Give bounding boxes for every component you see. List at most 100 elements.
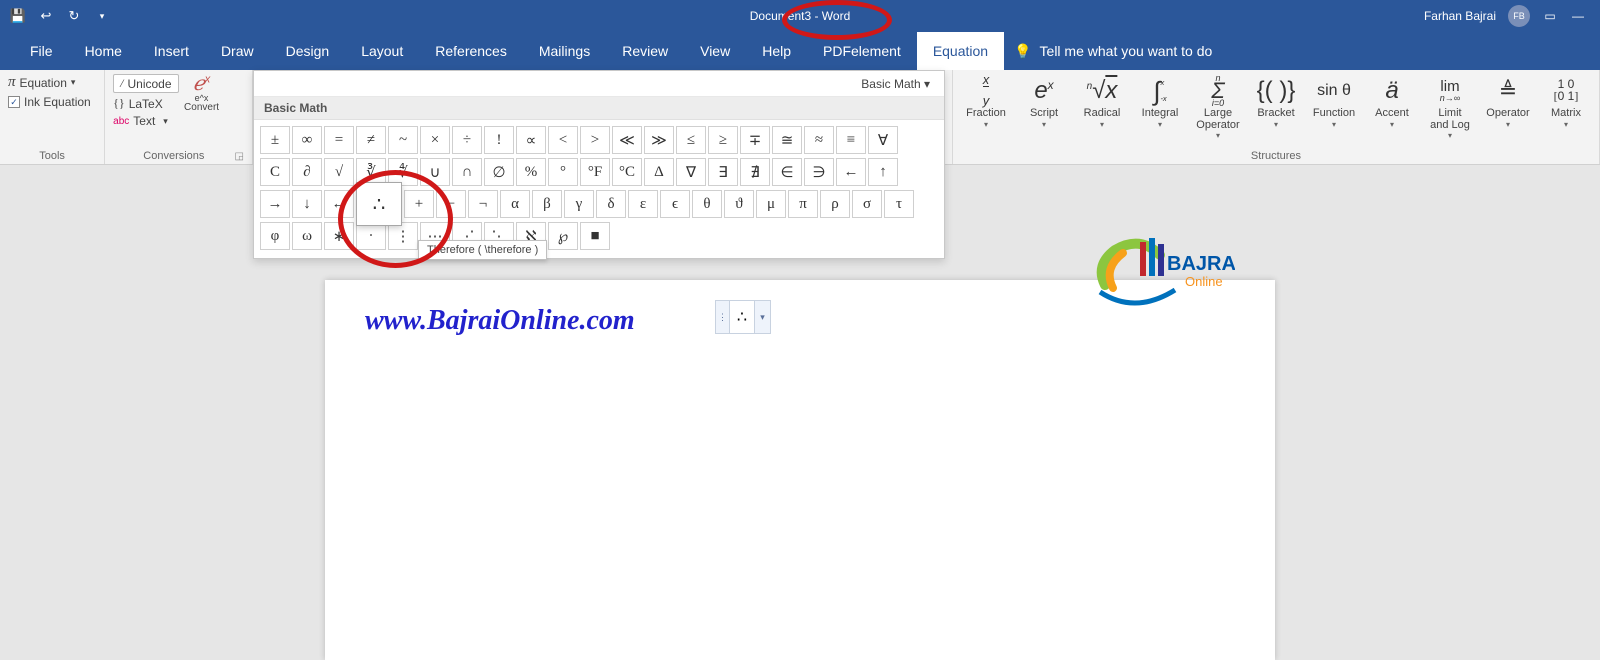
symbol-button[interactable]: γ — [564, 190, 594, 218]
symbol-button[interactable]: τ — [884, 190, 914, 218]
user-avatar[interactable]: FB — [1508, 5, 1530, 27]
symbol-button[interactable]: θ — [692, 190, 722, 218]
tab-design[interactable]: Design — [270, 32, 346, 70]
symbol-button[interactable]: ≥ — [708, 126, 738, 154]
symbol-button[interactable]: × — [420, 126, 450, 154]
symbol-button[interactable]: ∩ — [452, 158, 482, 186]
structure-large-operator[interactable]: nΣi=0LargeOperator▾ — [1193, 76, 1243, 140]
unicode-button[interactable]: / Unicode — [113, 74, 178, 93]
document-page[interactable]: www.BajraiOnline.com ⋮ ∴ ▾ BAJRAI Online — [325, 280, 1275, 660]
structure-accent[interactable]: äAccent▾ — [1367, 76, 1417, 129]
text-button[interactable]: abc Text ▾ — [113, 114, 178, 128]
symbol-button[interactable]: ε — [628, 190, 658, 218]
tab-pdfelement[interactable]: PDFelement — [807, 32, 917, 70]
symbol-button[interactable]: ρ — [820, 190, 850, 218]
structure-matrix[interactable]: [1 00 1]Matrix▾ — [1541, 76, 1591, 129]
tab-home[interactable]: Home — [69, 32, 138, 70]
symbol-button[interactable]: π — [788, 190, 818, 218]
symbol-button[interactable]: ¬ — [468, 190, 498, 218]
convert-button[interactable]: ℯx e^x Convert — [185, 74, 219, 113]
symbol-button[interactable]: ∝ — [516, 126, 546, 154]
symbol-button[interactable]: δ — [596, 190, 626, 218]
symbol-button[interactable]: Δ — [644, 158, 674, 186]
latex-button[interactable]: {} LaTeX — [113, 96, 178, 111]
symbol-button[interactable]: α — [500, 190, 530, 218]
tell-me-search[interactable]: 💡 Tell me what you want to do — [1014, 43, 1212, 60]
tab-insert[interactable]: Insert — [138, 32, 205, 70]
structure-function[interactable]: sin θFunction▾ — [1309, 76, 1359, 129]
equation-dropdown[interactable]: π Equation ▾ — [8, 74, 91, 91]
symbol-button[interactable]: ≫ — [644, 126, 674, 154]
symbol-button[interactable]: ≤ — [676, 126, 706, 154]
symbol-button[interactable]: σ — [852, 190, 882, 218]
symbol-button[interactable]: ° — [548, 158, 578, 186]
minimize-icon[interactable]: — — [1570, 8, 1586, 24]
equation-placeholder[interactable]: ⋮ ∴ ▾ — [715, 300, 771, 334]
undo-icon[interactable]: ↩ — [38, 8, 54, 24]
symbol-button[interactable]: ∓ — [740, 126, 770, 154]
tab-file[interactable]: File — [14, 32, 69, 70]
symbol-button[interactable]: ~ — [388, 126, 418, 154]
ink-equation-button[interactable]: ✓ Ink Equation — [8, 95, 91, 109]
qat-customize-icon[interactable]: ▾ — [94, 8, 110, 24]
symbol-button[interactable]: ■ — [580, 222, 610, 250]
symbol-button[interactable]: ≪ — [612, 126, 642, 154]
symbol-button[interactable]: C — [260, 158, 290, 186]
symbol-button[interactable]: → — [260, 190, 290, 218]
symbol-button[interactable]: − — [436, 190, 466, 218]
tab-mailings[interactable]: Mailings — [523, 32, 606, 70]
structure-script[interactable]: exScript▾ — [1019, 76, 1069, 129]
symbol-button[interactable]: ≅ — [772, 126, 802, 154]
symbol-button[interactable]: ∪ — [420, 158, 450, 186]
symbol-button[interactable]: ∅ — [484, 158, 514, 186]
equation-content[interactable]: ∴ — [730, 301, 754, 333]
structure-integral[interactable]: ∫x-xIntegral▾ — [1135, 76, 1185, 129]
symbol-button[interactable]: ∞ — [292, 126, 322, 154]
tab-references[interactable]: References — [419, 32, 523, 70]
symbol-button[interactable]: ∃ — [708, 158, 738, 186]
tab-review[interactable]: Review — [606, 32, 684, 70]
symbol-button[interactable]: ! — [484, 126, 514, 154]
symbol-button[interactable]: ω — [292, 222, 322, 250]
symbol-button[interactable]: + — [404, 190, 434, 218]
tab-layout[interactable]: Layout — [345, 32, 419, 70]
symbol-button[interactable]: φ — [260, 222, 290, 250]
symbol-button[interactable]: < — [548, 126, 578, 154]
symbol-button-therefore[interactable]: ∴ — [356, 182, 402, 226]
symbol-button[interactable]: ϵ — [660, 190, 690, 218]
symbol-button[interactable]: ∗ — [324, 222, 354, 250]
symbol-button[interactable]: = — [324, 126, 354, 154]
dialog-launcher-icon[interactable]: ◲ — [235, 151, 244, 162]
symbol-button[interactable]: ≈ — [804, 126, 834, 154]
symbol-button[interactable]: ← — [836, 158, 866, 186]
equation-handle-left-icon[interactable]: ⋮ — [716, 301, 730, 333]
symbol-button[interactable]: ∂ — [292, 158, 322, 186]
save-icon[interactable]: 💾 — [10, 8, 26, 24]
ribbon-display-icon[interactable]: ▭ — [1542, 8, 1558, 24]
structure-operator[interactable]: ≜Operator▾ — [1483, 76, 1533, 129]
structure-limit-and-log[interactable]: limn→∞Limitand Log▾ — [1425, 76, 1475, 140]
symbol-button[interactable]: ϑ — [724, 190, 754, 218]
symbol-button[interactable]: °C — [612, 158, 642, 186]
symbol-button[interactable]: % — [516, 158, 546, 186]
redo-icon[interactable]: ↻ — [66, 8, 82, 24]
symbol-button[interactable]: ∇ — [676, 158, 706, 186]
structure-bracket[interactable]: {( )}Bracket▾ — [1251, 76, 1301, 129]
symbol-button[interactable]: ∋ — [804, 158, 834, 186]
symbol-button[interactable]: β — [532, 190, 562, 218]
symbol-button[interactable]: √ — [324, 158, 354, 186]
gallery-category-selector[interactable]: Basic Math ▾ — [254, 71, 944, 97]
structure-radical[interactable]: n√xRadical▾ — [1077, 76, 1127, 129]
symbol-button[interactable]: ⋮ — [388, 222, 418, 250]
tab-draw[interactable]: Draw — [205, 32, 270, 70]
symbol-button[interactable]: ℘ — [548, 222, 578, 250]
symbol-button[interactable]: > — [580, 126, 610, 154]
equation-options-icon[interactable]: ▾ — [754, 301, 770, 333]
symbol-button[interactable]: ÷ — [452, 126, 482, 154]
tab-equation[interactable]: Equation — [917, 32, 1004, 70]
tab-view[interactable]: View — [684, 32, 746, 70]
symbol-button[interactable]: ↑ — [868, 158, 898, 186]
symbol-button[interactable]: °F — [580, 158, 610, 186]
symbol-button[interactable]: ∈ — [772, 158, 802, 186]
symbol-button[interactable]: ↔ — [324, 190, 354, 218]
